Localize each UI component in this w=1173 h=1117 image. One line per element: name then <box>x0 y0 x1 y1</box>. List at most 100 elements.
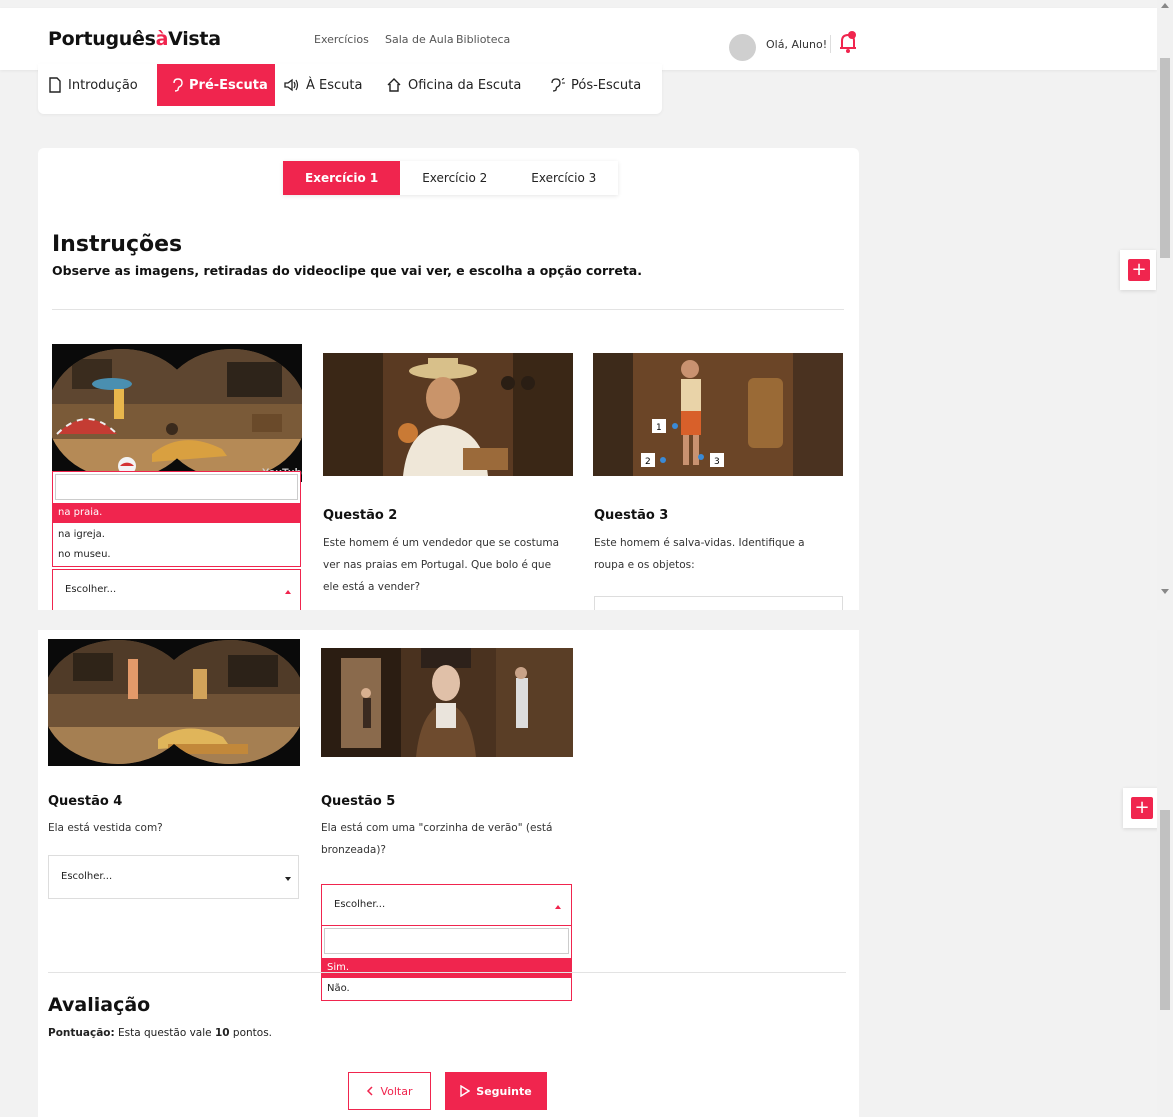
question-5-text: Ela está com uma "corzinha de verão" (es… <box>321 817 552 861</box>
chevron-left-icon <box>367 1086 373 1096</box>
notification-bell-icon[interactable] <box>838 30 858 54</box>
question-4-image <box>48 639 300 766</box>
logo-text: Português <box>48 28 156 50</box>
step-pre-escuta[interactable]: Pré-Escuta <box>157 64 275 106</box>
score-label: Pontuação: <box>48 1027 115 1039</box>
step-label: Introdução <box>68 77 138 93</box>
scroll-down-icon[interactable] <box>1161 589 1169 595</box>
question-3-title: Questão 3 <box>594 508 669 523</box>
scrollbar-thumb[interactable] <box>1160 810 1170 1010</box>
tab-exercicio-3[interactable]: Exercício 3 <box>509 161 618 195</box>
question-text-line: Este homem é um vendedor que se costuma <box>323 537 560 549</box>
marker-1: 1 <box>656 423 662 433</box>
question-text-line: bronzeada)? <box>321 844 387 856</box>
question-4-select[interactable]: Escolher... <box>48 855 299 899</box>
step-introducao[interactable]: Introdução <box>48 64 138 106</box>
question-5-title: Questão 5 <box>321 794 396 809</box>
binocular-scene-image <box>48 639 300 766</box>
question-5-select[interactable]: Escolher... <box>321 884 572 926</box>
scroll-up-icon[interactable] <box>1161 2 1169 8</box>
tab-exercicio-1[interactable]: Exercício 1 <box>283 161 401 195</box>
floating-add-button[interactable]: + <box>1120 250 1156 290</box>
brand-logo[interactable]: PortuguêsàVista <box>48 28 221 50</box>
question-text-line: roupa e os objetos: <box>594 559 695 571</box>
nav-sala-de-aula[interactable]: Sala de Aula <box>385 33 454 46</box>
back-button[interactable]: Voltar <box>348 1072 431 1110</box>
question-text-line: Ela está vestida com? <box>48 822 163 834</box>
question-2-image <box>323 353 573 476</box>
question-text-line: ver nas praias em Portugal. Que bolo é q… <box>323 559 552 571</box>
lesson-steps-nav: Introdução Pré-Escuta À Escuta Oficina d… <box>38 64 662 114</box>
question-text-line: Ela está com uma "corzinha de verão" (es… <box>321 822 553 834</box>
avatar[interactable] <box>729 34 756 61</box>
top-view: PortuguêsàVista Exercícios Sala de Aula … <box>0 0 1173 610</box>
select-value: Escolher... <box>334 899 386 910</box>
step-label: À Escuta <box>306 77 363 93</box>
step-a-escuta[interactable]: À Escuta <box>284 64 362 106</box>
question-1-image: YouTube <box>52 344 302 482</box>
nav-exercicios[interactable]: Exercícios <box>314 33 369 46</box>
lifeguard-scene-image: 1 2 3 <box>593 353 843 476</box>
question-4-title: Questão 4 <box>48 794 123 809</box>
ear-sound-icon <box>551 78 565 92</box>
woman-scene-image <box>321 648 573 757</box>
marker-3: 3 <box>714 457 720 467</box>
floating-add-button[interactable]: + <box>1123 788 1159 828</box>
evaluation-score: Pontuação: Esta questão vale 10 pontos. <box>48 1027 272 1039</box>
scrollbar-thumb[interactable] <box>1160 58 1170 258</box>
button-label: Seguinte <box>476 1084 532 1098</box>
dropdown-option[interactable]: Sim. <box>322 958 571 978</box>
question-1-dropdown-panel: na praia. na igreja. no museu. <box>52 471 301 567</box>
score-points: 10 <box>214 1027 230 1039</box>
exercise-tabs: Exercício 1 Exercício 2 Exercício 3 <box>283 161 619 195</box>
question-3-text: Este homem é salva-vidas. Identifique a … <box>594 532 805 576</box>
house-icon <box>387 78 401 92</box>
question-2-title: Questão 2 <box>323 508 398 523</box>
logo-text-end: Vista <box>168 28 221 50</box>
question-3-image: 1 2 3 <box>593 353 843 476</box>
question-text-line: Este homem é salva-vidas. Identifique a <box>594 537 805 549</box>
evaluation-title: Avaliação <box>48 994 151 1016</box>
question-5-image <box>321 648 573 757</box>
step-oficina-da-escuta[interactable]: Oficina da Escuta <box>386 64 521 106</box>
dropdown-option[interactable]: na igreja. <box>53 525 300 545</box>
marker-2: 2 <box>645 457 651 467</box>
question-1-select[interactable]: Escolher... <box>52 569 301 610</box>
dropdown-option[interactable]: no museu. <box>53 545 300 565</box>
speaker-icon <box>284 78 299 92</box>
dropdown-option[interactable]: na praia. <box>53 503 300 523</box>
bottom-view: Questão 4 Ela está vestida com? Escolher… <box>0 630 1173 1117</box>
chevron-up-icon <box>555 905 561 909</box>
tab-exercicio-2[interactable]: Exercício 2 <box>400 161 509 195</box>
instructions-text: Observe as imagens, retiradas do videocl… <box>52 263 642 278</box>
ear-icon <box>173 78 183 92</box>
dropdown-search-input[interactable] <box>324 928 569 954</box>
document-icon <box>49 77 61 93</box>
score-text: Esta questão vale <box>114 1027 215 1039</box>
divider <box>52 309 844 310</box>
step-label: Pré-Escuta <box>189 77 268 93</box>
chevron-down-icon <box>285 877 291 881</box>
step-label: Oficina da Escuta <box>408 77 522 93</box>
question-2-text: Este homem é um vendedor que se costuma … <box>323 532 559 598</box>
select-value: Escolher... <box>61 871 113 882</box>
button-label: Voltar <box>380 1084 413 1098</box>
question-5-dropdown-panel: Sim. Não. <box>321 925 572 1001</box>
chevron-up-icon <box>285 590 291 594</box>
dropdown-option[interactable]: Não. <box>322 979 571 999</box>
plus-icon: + <box>1131 797 1153 819</box>
question-text-line: ele está a vender? <box>323 581 421 593</box>
logo-accent: à <box>155 28 169 50</box>
divider <box>48 972 846 973</box>
user-greeting[interactable]: Olá, Aluno! <box>766 38 827 51</box>
plus-icon: + <box>1128 259 1150 281</box>
score-text-end: pontos. <box>229 1027 273 1039</box>
question-3-input[interactable] <box>594 596 843 610</box>
vendor-scene-image <box>323 353 573 476</box>
divider <box>830 35 831 53</box>
dropdown-search-input[interactable] <box>55 474 298 500</box>
next-button[interactable]: Seguinte <box>445 1072 547 1110</box>
play-icon <box>460 1085 471 1097</box>
step-pos-escuta[interactable]: Pós-Escuta <box>549 64 641 106</box>
nav-biblioteca[interactable]: Biblioteca <box>456 33 510 46</box>
